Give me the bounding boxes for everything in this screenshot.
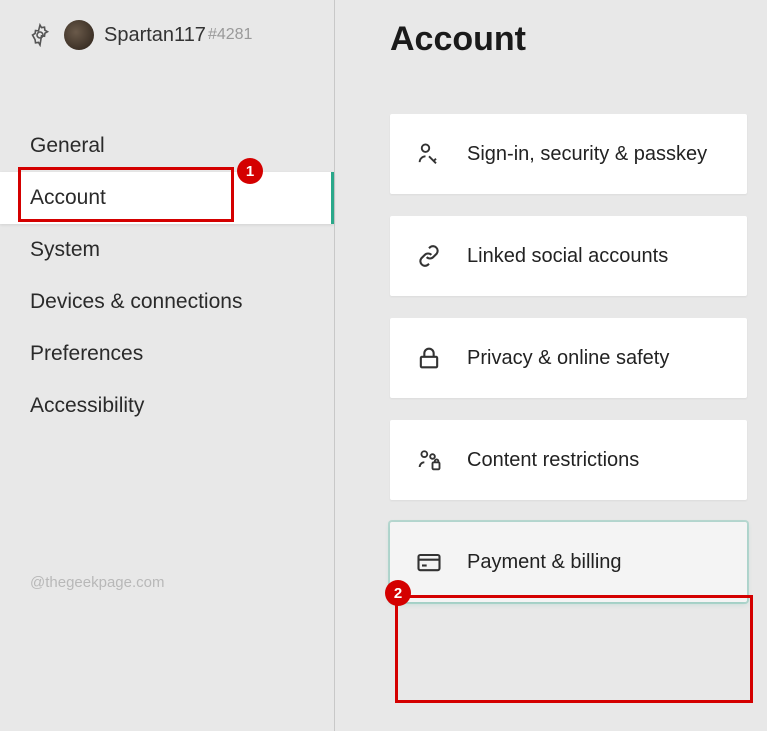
card-label: Sign-in, security & passkey — [467, 141, 707, 167]
gear-icon[interactable] — [28, 23, 52, 47]
card-payment-billing[interactable]: Payment & billing — [390, 522, 747, 602]
lock-icon — [415, 344, 443, 372]
nav-item-accessibility[interactable]: Accessibility — [0, 380, 334, 432]
card-label: Linked social accounts — [467, 243, 668, 269]
nav-list: General Account System Devices & connect… — [0, 120, 334, 432]
profile-row: Spartan117 #4281 — [0, 20, 334, 50]
username: Spartan117 — [104, 24, 206, 47]
watermark: @thegeekpage.com — [30, 574, 164, 591]
card-linked-social[interactable]: Linked social accounts — [390, 216, 747, 296]
card-list: Sign-in, security & passkey Linked socia… — [390, 114, 747, 602]
card-label: Privacy & online safety — [467, 345, 669, 371]
card-label: Payment & billing — [467, 549, 622, 575]
page-title: Account — [390, 20, 747, 59]
card-signin-security[interactable]: Sign-in, security & passkey — [390, 114, 747, 194]
settings-sidebar: Spartan117 #4281 General Account System … — [0, 0, 335, 731]
user-tag: #4281 — [208, 26, 253, 44]
link-icon — [415, 242, 443, 270]
main-panel: Account Sign-in, security & passkey — [335, 0, 767, 731]
nav-item-preferences[interactable]: Preferences — [0, 328, 334, 380]
nav-item-account[interactable]: Account — [0, 172, 334, 224]
card-privacy[interactable]: Privacy & online safety — [390, 318, 747, 398]
card-label: Content restrictions — [467, 447, 639, 473]
nav-item-devices[interactable]: Devices & connections — [0, 276, 334, 328]
card-content-restrictions[interactable]: Content restrictions — [390, 420, 747, 500]
family-lock-icon — [415, 446, 443, 474]
nav-item-system[interactable]: System — [0, 224, 334, 276]
person-key-icon — [415, 140, 443, 168]
avatar[interactable] — [64, 20, 94, 50]
nav-item-general[interactable]: General — [0, 120, 334, 172]
credit-card-icon — [415, 548, 443, 576]
